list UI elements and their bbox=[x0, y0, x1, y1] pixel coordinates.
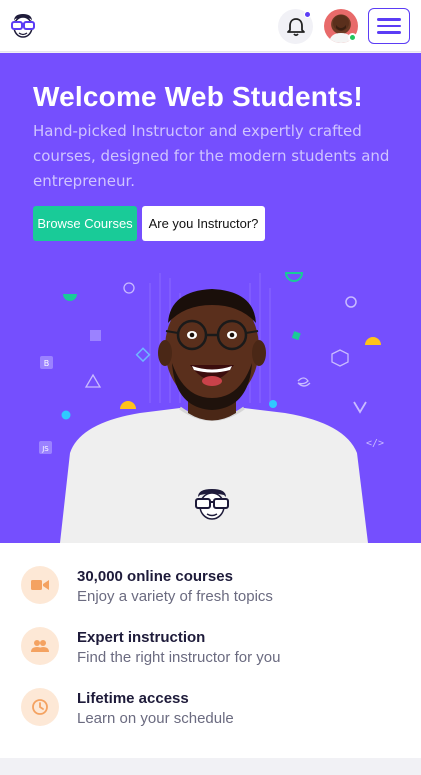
hero-subtitle: Hand-picked Instructor and expertly craf… bbox=[33, 122, 390, 190]
blue-dot-right-icon bbox=[269, 400, 277, 408]
features-list: 30,000 online courses Enjoy a variety of… bbox=[0, 543, 421, 758]
chrome-icon bbox=[345, 296, 357, 308]
triangle-icon bbox=[84, 373, 102, 388]
feature-description: Find the right instructor for you bbox=[77, 649, 281, 666]
sass-icon bbox=[297, 377, 311, 387]
hero-illustration: B JS </> bbox=[0, 253, 421, 543]
clock-icon bbox=[21, 688, 59, 726]
hero-section: Welcome Web Students! Hand-picked Instru… bbox=[0, 53, 421, 543]
geek-face-logo-icon[interactable] bbox=[8, 11, 38, 41]
teal-diamond-icon bbox=[291, 331, 301, 341]
feature-lifetime-access: Lifetime access Learn on your schedule bbox=[0, 688, 421, 744]
instructor-button[interactable]: Are you Instructor? bbox=[142, 206, 265, 241]
diamond-outline-icon bbox=[135, 347, 151, 363]
feature-online-courses: 30,000 online courses Enjoy a variety of… bbox=[0, 566, 421, 622]
green-semicircle-icon bbox=[63, 294, 77, 301]
blue-dot-icon bbox=[61, 410, 71, 420]
teal-semicircle-icon bbox=[284, 272, 304, 282]
top-navbar bbox=[0, 0, 421, 52]
notifications-button[interactable] bbox=[278, 9, 313, 44]
feature-description: Enjoy a variety of fresh topics bbox=[77, 588, 273, 605]
code-tag-icon: </> bbox=[366, 438, 384, 449]
angular-icon bbox=[90, 330, 101, 341]
yellow-semicircle-bottom-icon bbox=[120, 401, 136, 409]
vue-icon bbox=[353, 401, 367, 414]
feature-title: Lifetime access bbox=[77, 690, 189, 707]
bell-icon bbox=[286, 17, 305, 36]
javascript-icon-label: JS bbox=[41, 445, 49, 453]
react-icon bbox=[123, 282, 135, 294]
feature-title: 30,000 online courses bbox=[77, 568, 233, 585]
hamburger-menu-icon[interactable] bbox=[368, 8, 410, 44]
video-camera-icon bbox=[21, 566, 59, 604]
feature-title: Expert instruction bbox=[77, 629, 206, 646]
users-icon bbox=[21, 627, 59, 665]
yellow-semicircle-icon bbox=[365, 337, 381, 345]
browse-courses-button[interactable]: Browse Courses bbox=[33, 206, 137, 241]
feature-expert-instruction: Expert instruction Find the right instru… bbox=[0, 627, 421, 683]
online-status-indicator bbox=[348, 33, 357, 42]
feature-description: Learn on your schedule bbox=[77, 710, 234, 727]
bootstrap-icon-label: B bbox=[44, 359, 50, 368]
notification-dot bbox=[304, 11, 311, 18]
laravel-icon bbox=[331, 349, 349, 367]
hero-title: Welcome Web Students! bbox=[33, 81, 363, 112]
student-photo bbox=[60, 289, 368, 543]
